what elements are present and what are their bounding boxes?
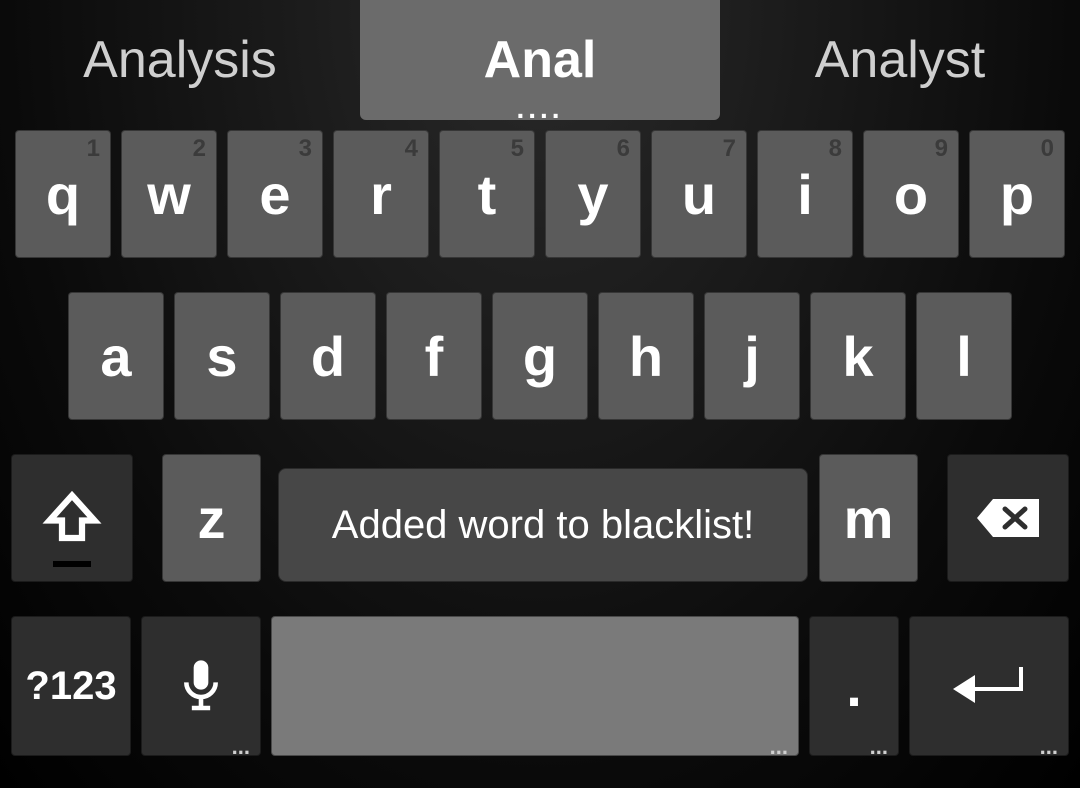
key-s[interactable]: s [174, 292, 270, 420]
suggestion-left[interactable]: Analysis [0, 0, 360, 120]
key-l[interactable]: l [916, 292, 1012, 420]
key-y[interactable]: 6y [545, 130, 641, 258]
key-t[interactable]: 5t [439, 130, 535, 258]
key-h[interactable]: h [598, 292, 694, 420]
suggestion-center[interactable]: Anal .... [360, 0, 720, 120]
key-j[interactable]: j [704, 292, 800, 420]
key-e[interactable]: 3e [227, 130, 323, 258]
key-r[interactable]: 4r [333, 130, 429, 258]
keyboard-row-2: a s d f g h j k l [6, 292, 1074, 420]
key-f[interactable]: f [386, 292, 482, 420]
suggestion-center-label: Anal [484, 30, 597, 90]
more-indicator-icon: ... [770, 743, 788, 751]
key-g[interactable]: g [492, 292, 588, 420]
backspace-icon [973, 495, 1043, 541]
key-space[interactable]: ... [271, 616, 799, 756]
key-backspace[interactable] [947, 454, 1069, 582]
enter-icon [949, 661, 1029, 711]
key-q[interactable]: 1q [15, 130, 111, 258]
keyboard: 1q 2w 3e 4r 5t 6y 7u 8i 9o 0p a s d f g … [0, 120, 1080, 762]
key-mic[interactable]: ... [141, 616, 261, 756]
toast-message: Added word to blacklist! [332, 503, 754, 548]
more-indicator-icon: ... [870, 743, 888, 751]
suggestion-strip: Analysis Anal .... Analyst [0, 0, 1080, 120]
key-m[interactable]: m [819, 454, 919, 582]
key-i[interactable]: 8i [757, 130, 853, 258]
key-enter[interactable]: ... [909, 616, 1069, 756]
more-indicator-icon: .... [516, 104, 563, 118]
keyboard-row-1: 1q 2w 3e 4r 5t 6y 7u 8i 9o 0p [6, 130, 1074, 258]
more-indicator-icon: ... [1040, 743, 1058, 751]
key-shift[interactable] [11, 454, 133, 582]
shift-icon [42, 488, 102, 548]
more-indicator-icon: ... [232, 743, 250, 751]
key-u[interactable]: 7u [651, 130, 747, 258]
keyboard-row-4: ?123 ... ... . ... ... [6, 616, 1074, 756]
suggestion-right[interactable]: Analyst [720, 0, 1080, 120]
key-a[interactable]: a [68, 292, 164, 420]
key-k[interactable]: k [810, 292, 906, 420]
key-symbols[interactable]: ?123 [11, 616, 131, 756]
key-w[interactable]: 2w [121, 130, 217, 258]
shift-underline-icon [53, 561, 91, 567]
key-d[interactable]: d [280, 292, 376, 420]
key-period[interactable]: . ... [809, 616, 899, 756]
toast: Added word to blacklist! [278, 468, 808, 582]
key-o[interactable]: 9o [863, 130, 959, 258]
mic-icon [179, 656, 223, 716]
key-z[interactable]: z [162, 454, 262, 582]
key-p[interactable]: 0p [969, 130, 1065, 258]
